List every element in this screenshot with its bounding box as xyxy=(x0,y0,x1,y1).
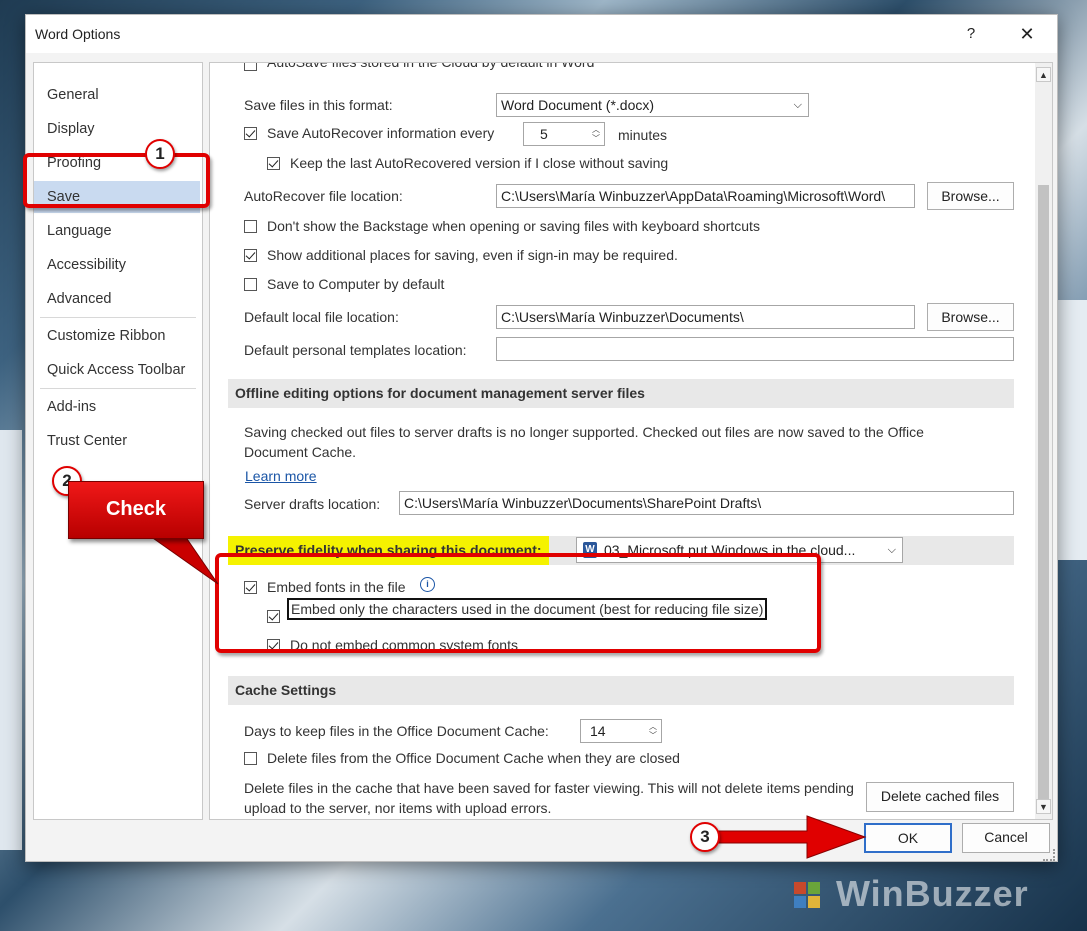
scroll-thumb[interactable] xyxy=(1038,185,1049,811)
ok-button[interactable]: OK xyxy=(864,823,952,853)
nav-divider xyxy=(40,388,196,389)
keep-last-autorecovered-checkbox[interactable] xyxy=(267,157,280,170)
save-options-panel: AutoSave files stored in the Cloud by de… xyxy=(209,62,1053,820)
autorecover-minutes-input[interactable]: 5 ︿ ﹀ xyxy=(523,122,605,146)
callout-pointer xyxy=(148,535,219,585)
embed-fonts-highlight-box xyxy=(215,553,821,653)
word-options-dialog: Word Options ? ✕ General Display Proofin… xyxy=(25,14,1058,862)
autorecover-minutes-value: 5 xyxy=(540,126,548,142)
close-icon[interactable]: ✕ xyxy=(1016,23,1038,45)
show-additional-places-label: Show additional places for saving, even … xyxy=(267,247,678,263)
scroll-down-icon[interactable]: ▼ xyxy=(1036,799,1051,814)
title-bar: Word Options ? ✕ xyxy=(26,15,1057,53)
autorecover-checkbox[interactable] xyxy=(244,127,257,140)
server-drafts-label: Server drafts location: xyxy=(244,496,381,512)
dialog-title: Word Options xyxy=(35,26,121,42)
scroll-up-icon[interactable]: ▲ xyxy=(1036,67,1051,82)
vertical-scrollbar[interactable]: ▲ ▼ xyxy=(1035,63,1052,819)
nav-item-trust-center[interactable]: Trust Center xyxy=(34,425,200,457)
spin-up-icon[interactable]: ︿ xyxy=(647,722,659,731)
resize-grip-icon[interactable] xyxy=(1043,849,1055,861)
nav-item-customize-ribbon[interactable]: Customize Ribbon xyxy=(34,320,200,352)
delete-closed-checkbox[interactable] xyxy=(244,752,257,765)
autorecover-location-input[interactable]: C:\Users\María Winbuzzer\AppData\Roaming… xyxy=(496,184,915,208)
check-callout: Check xyxy=(68,481,204,539)
delete-cached-files-button[interactable]: Delete cached files xyxy=(866,782,1014,812)
winbuzzer-logo-icon xyxy=(790,872,836,918)
nav-item-accessibility[interactable]: Accessibility xyxy=(34,249,200,281)
winbuzzer-watermark: WinBuzzer xyxy=(836,873,1029,914)
server-drafts-input[interactable]: C:\Users\María Winbuzzer\Documents\Share… xyxy=(399,491,1014,515)
default-local-location-input[interactable]: C:\Users\María Winbuzzer\Documents\ xyxy=(496,305,915,329)
nav-item-general[interactable]: General xyxy=(34,79,200,111)
autorecover-label: Save AutoRecover information every xyxy=(267,125,495,141)
save-format-value: Word Document (*.docx) xyxy=(501,97,655,113)
cache-days-value: 14 xyxy=(590,723,606,739)
spin-up-icon[interactable]: ︿ xyxy=(590,125,602,134)
chevron-down-icon: ⌵ xyxy=(793,99,802,111)
ok-arrow xyxy=(705,815,867,859)
browse-autorecover-button[interactable]: Browse... xyxy=(927,182,1014,210)
nav-item-language[interactable]: Language xyxy=(34,215,200,247)
save-to-computer-checkbox[interactable] xyxy=(244,278,257,291)
save-format-dropdown[interactable]: Word Document (*.docx) ⌵ xyxy=(496,93,809,117)
cancel-button[interactable]: Cancel xyxy=(962,823,1050,853)
cache-days-input[interactable]: 14 ︿ ﹀ xyxy=(580,719,662,743)
nav-item-quick-access-toolbar[interactable]: Quick Access Toolbar xyxy=(34,354,200,386)
default-templates-location-label: Default personal templates location: xyxy=(244,342,467,358)
keep-last-autorecovered-label: Keep the last AutoRecovered version if I… xyxy=(290,155,669,171)
autorecover-location-label: AutoRecover file location: xyxy=(244,188,403,204)
show-additional-places-checkbox[interactable] xyxy=(244,249,257,262)
spin-down-icon[interactable]: ﹀ xyxy=(647,731,659,740)
nav-item-advanced[interactable]: Advanced xyxy=(34,283,200,315)
spin-down-icon[interactable]: ﹀ xyxy=(590,134,602,143)
cache-settings-header: Cache Settings xyxy=(228,676,1014,705)
wallpaper-shape xyxy=(1058,300,1087,560)
save-to-computer-label: Save to Computer by default xyxy=(267,276,445,292)
autosave-cloud-label: AutoSave files stored in the Cloud by de… xyxy=(267,62,595,70)
default-templates-location-input[interactable] xyxy=(496,337,1014,361)
nav-divider xyxy=(40,317,196,318)
cache-days-label: Days to keep files in the Office Documen… xyxy=(244,723,549,739)
browse-default-local-button[interactable]: Browse... xyxy=(927,303,1014,331)
chevron-down-icon: ⌵ xyxy=(887,544,896,556)
minutes-label: minutes xyxy=(618,127,668,143)
offline-editing-section-header: Offline editing options for document man… xyxy=(228,379,1014,408)
wallpaper-shape xyxy=(0,430,22,850)
delete-closed-label: Delete files from the Office Document Ca… xyxy=(267,750,680,766)
step-3-badge: 3 xyxy=(690,822,720,852)
offline-description: Saving checked out files to server draft… xyxy=(244,424,924,460)
step-1-badge: 1 xyxy=(145,139,175,169)
learn-more-link[interactable]: Learn more xyxy=(245,468,317,484)
dont-show-backstage-checkbox[interactable] xyxy=(244,220,257,233)
save-format-label: Save files in this format: xyxy=(244,97,393,113)
help-icon[interactable]: ? xyxy=(960,23,982,45)
save-highlight-box xyxy=(23,153,210,208)
dont-show-backstage-label: Don't show the Backstage when opening or… xyxy=(267,218,760,234)
nav-item-add-ins[interactable]: Add-ins xyxy=(34,391,200,423)
nav-item-display[interactable]: Display xyxy=(34,113,200,145)
default-local-location-label: Default local file location: xyxy=(244,309,399,325)
autosave-cloud-checkbox[interactable] xyxy=(244,63,257,71)
